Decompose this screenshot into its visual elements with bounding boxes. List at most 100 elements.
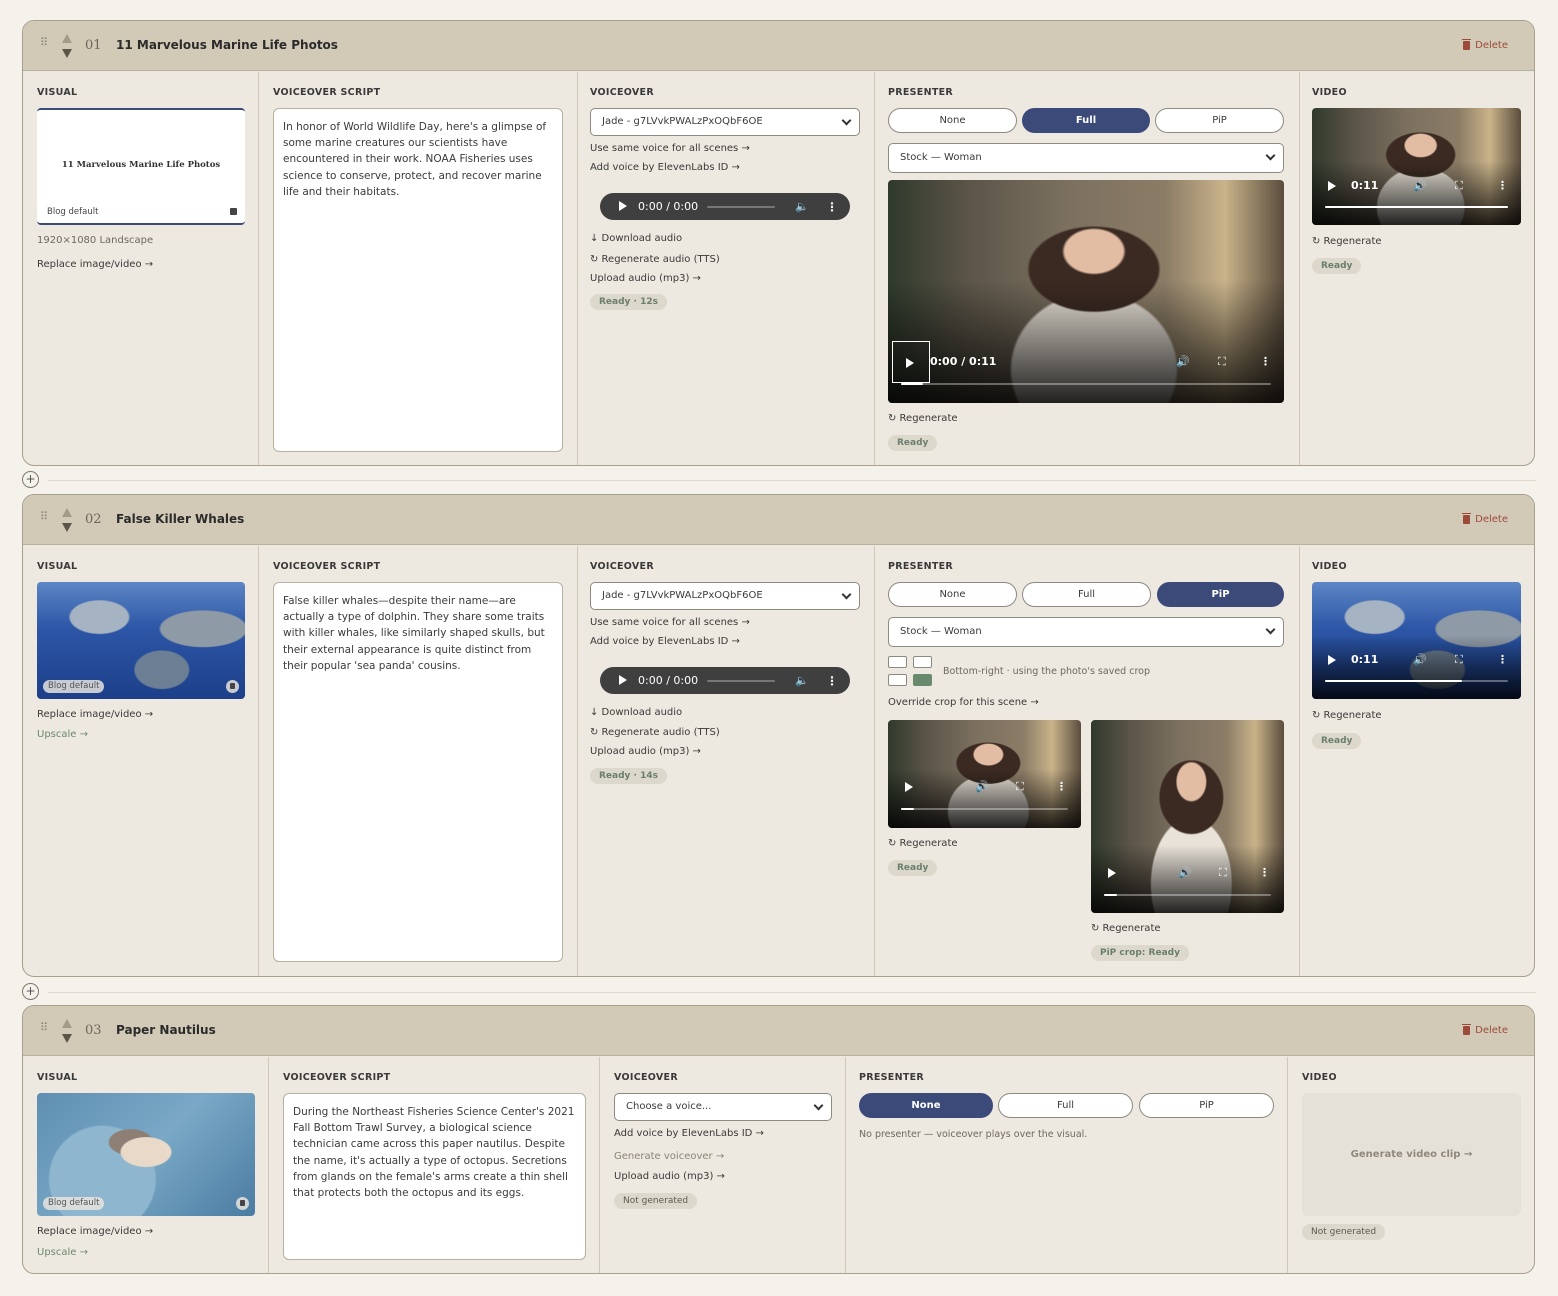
regenerate-video-link[interactable]: ↻ Regenerate (1312, 710, 1382, 721)
generate-voiceover-link[interactable]: Generate voiceover → (614, 1151, 724, 1162)
presenter-pip-option[interactable]: PiP (1139, 1093, 1274, 1118)
replace-image-link[interactable]: Replace image/video → (37, 259, 153, 270)
video-progress[interactable] (901, 808, 1068, 810)
scene-video[interactable]: 0:11 🔊 ⛶ ⋮ (1312, 108, 1521, 225)
video-progress[interactable] (1104, 894, 1271, 896)
voice-select[interactable]: Jade - g7LVvkPWALzPxOQbF6OE (590, 108, 860, 136)
presenter-select[interactable]: Stock — Woman (888, 143, 1284, 173)
override-crop-link[interactable]: Override crop for this scene → (888, 697, 1039, 708)
presenter-pip-option[interactable]: PiP (1157, 582, 1284, 607)
crop-position-bottom-right[interactable] (913, 674, 932, 686)
presenter-full-option[interactable]: Full (998, 1093, 1133, 1118)
presenter-select[interactable]: Stock — Woman (888, 617, 1284, 647)
add-scene-button[interactable]: + (22, 983, 39, 1000)
volume-icon[interactable]: 🔊 (1413, 179, 1427, 192)
play-icon[interactable] (619, 201, 627, 211)
upload-audio-link[interactable]: Upload audio (mp3) → (590, 273, 701, 284)
reorder-arrows-icon[interactable] (62, 34, 72, 58)
play-icon[interactable] (906, 358, 914, 368)
regenerate-audio-link[interactable]: ↻ Regenerate audio (TTS) (590, 727, 720, 738)
upscale-link[interactable]: Upscale → (37, 729, 88, 740)
play-icon[interactable] (1328, 181, 1336, 191)
more-options-icon[interactable]: ⋮ (1056, 780, 1067, 793)
crop-position-bottom-left[interactable] (888, 674, 907, 686)
upscale-link[interactable]: Upscale → (37, 1247, 88, 1258)
presenter-none-option[interactable]: None (888, 108, 1017, 133)
fullscreen-icon[interactable]: ⛶ (1455, 179, 1463, 193)
play-icon[interactable] (905, 782, 913, 792)
video-progress[interactable] (901, 383, 1271, 385)
audio-progress[interactable] (707, 206, 775, 208)
play-icon[interactable] (1328, 655, 1336, 665)
crop-position-top-right[interactable] (913, 656, 932, 668)
generate-video-clip-button[interactable]: Generate video clip → (1302, 1093, 1521, 1216)
presenter-full-option[interactable]: Full (1022, 582, 1151, 607)
drag-handle-icon[interactable]: ⠿ (40, 511, 48, 526)
video-progress[interactable] (1325, 680, 1508, 682)
replace-image-link[interactable]: Replace image/video → (37, 709, 153, 720)
regenerate-pip-link[interactable]: ↻ Regenerate (1091, 923, 1161, 934)
play-icon[interactable] (1108, 868, 1116, 878)
audio-progress[interactable] (707, 680, 775, 682)
more-options-icon[interactable]: ⋮ (826, 674, 838, 688)
audio-player[interactable]: 0:00 / 0:00 🔈 ⋮ (600, 193, 850, 220)
pip-crop-video[interactable]: 🔊 ⛶ ⋮ (1091, 720, 1284, 913)
presenter-none-option[interactable]: None (888, 582, 1017, 607)
drag-handle-icon[interactable]: ⠿ (40, 1022, 48, 1037)
fullscreen-icon[interactable]: ⛶ (1455, 653, 1463, 667)
same-voice-link[interactable]: Use same voice for all scenes → (590, 617, 750, 628)
upload-audio-link[interactable]: Upload audio (mp3) → (614, 1171, 725, 1182)
scene-video[interactable]: 0:11 🔊 ⛶ ⋮ (1312, 582, 1521, 699)
presenter-none-option[interactable]: None (859, 1093, 993, 1118)
add-scene-button[interactable]: + (22, 471, 39, 488)
volume-icon[interactable]: 🔈 (795, 200, 809, 213)
same-voice-link[interactable]: Use same voice for all scenes → (590, 143, 750, 154)
visual-thumbnail[interactable]: Blog default (37, 582, 245, 699)
presenter-full-video[interactable]: 🔊 ⛶ ⋮ (888, 720, 1081, 828)
reorder-arrows-icon[interactable] (62, 1019, 72, 1043)
drag-handle-icon[interactable]: ⠿ (40, 37, 48, 52)
voiceover-script-textarea[interactable]: False killer whales—despite their name—a… (273, 582, 563, 962)
volume-icon[interactable]: 🔊 (1413, 653, 1427, 666)
more-options-icon[interactable]: ⋮ (1497, 179, 1508, 192)
add-voice-link[interactable]: Add voice by ElevenLabs ID → (590, 162, 740, 173)
regenerate-presenter-link[interactable]: ↻ Regenerate (888, 413, 958, 424)
voice-select[interactable]: Jade - g7LVvkPWALzPxOQbF6OE (590, 582, 860, 610)
volume-icon[interactable]: 🔊 (975, 780, 989, 793)
more-options-icon[interactable]: ⋮ (1260, 355, 1271, 368)
volume-icon[interactable]: 🔊 (1178, 866, 1192, 879)
fullscreen-icon[interactable]: ⛶ (1016, 780, 1024, 794)
more-options-icon[interactable]: ⋮ (826, 200, 838, 214)
presenter-pip-option[interactable]: PiP (1155, 108, 1284, 133)
volume-icon[interactable]: 🔈 (795, 674, 809, 687)
more-options-icon[interactable]: ⋮ (1497, 653, 1508, 666)
delete-button[interactable]: Delete (1462, 513, 1508, 525)
download-audio-link[interactable]: ↓ Download audio (590, 233, 682, 244)
download-audio-link[interactable]: ↓ Download audio (590, 707, 682, 718)
audio-player[interactable]: 0:00 / 0:00 🔈 ⋮ (600, 667, 850, 694)
reorder-arrows-icon[interactable] (62, 508, 72, 532)
regenerate-audio-link[interactable]: ↻ Regenerate audio (TTS) (590, 254, 720, 265)
add-voice-link[interactable]: Add voice by ElevenLabs ID → (590, 636, 740, 647)
delete-button[interactable]: Delete (1462, 1024, 1508, 1036)
fullscreen-icon[interactable]: ⛶ (1219, 866, 1227, 880)
delete-image-icon[interactable] (236, 1197, 249, 1210)
replace-image-link[interactable]: Replace image/video → (37, 1226, 153, 1237)
regenerate-video-link[interactable]: ↻ Regenerate (1312, 236, 1382, 247)
play-icon[interactable] (619, 675, 627, 685)
voiceover-script-textarea[interactable]: During the Northeast Fisheries Science C… (283, 1093, 586, 1260)
fullscreen-icon[interactable]: ⛶ (1218, 355, 1226, 369)
visual-thumbnail[interactable]: Blog default (37, 1093, 255, 1216)
video-progress[interactable] (1325, 206, 1508, 208)
presenter-video[interactable]: 0:00 / 0:11 🔊 ⛶ ⋮ (888, 180, 1284, 403)
delete-image-icon[interactable] (230, 208, 237, 215)
voiceover-script-textarea[interactable]: In honor of World Wildlife Day, here's a… (273, 108, 563, 452)
voice-select[interactable]: Choose a voice... (614, 1093, 832, 1121)
upload-audio-link[interactable]: Upload audio (mp3) → (590, 746, 701, 757)
add-voice-link[interactable]: Add voice by ElevenLabs ID → (614, 1128, 764, 1139)
regenerate-presenter-link[interactable]: ↻ Regenerate (888, 838, 958, 849)
crop-position-top-left[interactable] (888, 656, 907, 668)
more-options-icon[interactable]: ⋮ (1259, 866, 1270, 879)
presenter-full-option[interactable]: Full (1022, 108, 1150, 133)
visual-thumbnail[interactable]: 11 Marvelous Marine Life Photos Blog def… (37, 108, 245, 225)
